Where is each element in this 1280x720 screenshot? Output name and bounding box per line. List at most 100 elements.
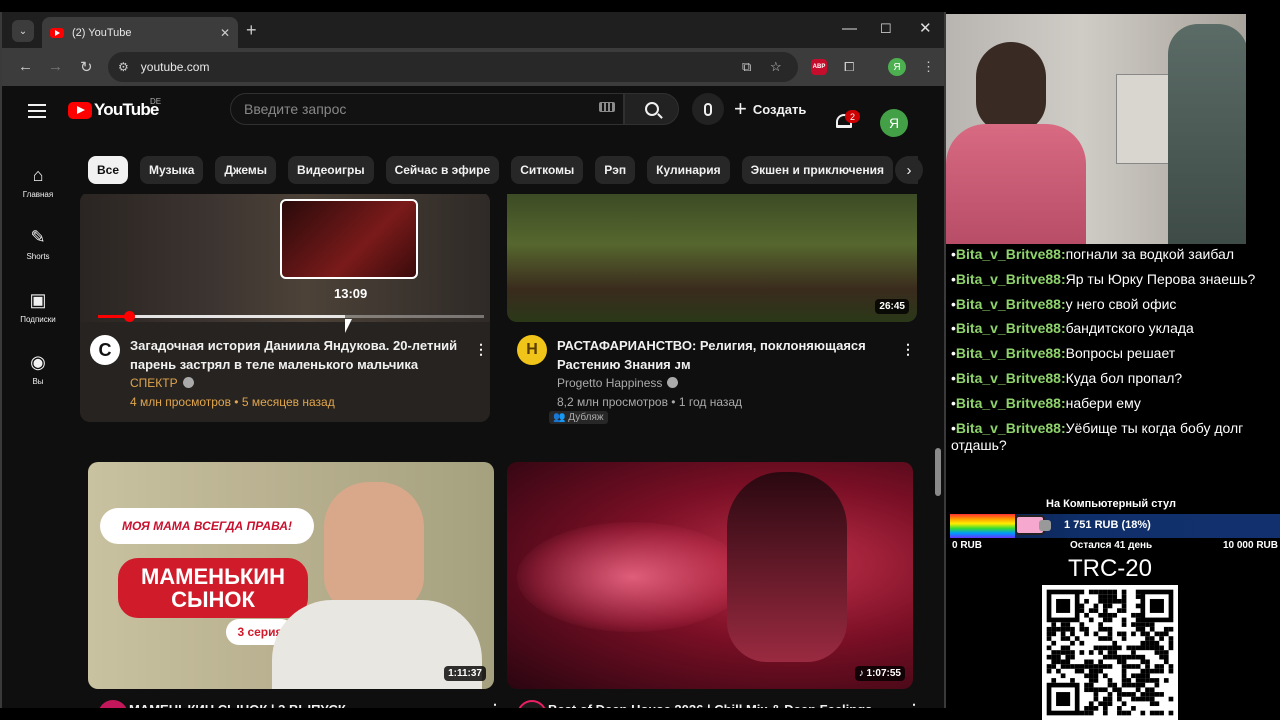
qr-module xyxy=(1117,659,1122,665)
chip-cooking[interactable]: Кулинария xyxy=(647,156,730,184)
more-actions-icon[interactable]: ⋮ xyxy=(901,342,915,356)
chip-music[interactable]: Музыка xyxy=(140,156,204,184)
chip-sitcoms[interactable]: Ситкомы xyxy=(511,156,584,184)
qr-module xyxy=(1117,608,1122,613)
back-button[interactable]: ← xyxy=(18,58,33,75)
seek-knob[interactable] xyxy=(123,311,135,322)
search-button[interactable] xyxy=(624,93,679,125)
channel-avatar[interactable]: H xyxy=(517,335,547,365)
reload-button[interactable]: ↻ xyxy=(80,58,93,76)
close-window-button[interactable]: ✕ xyxy=(919,20,932,38)
seek-bar[interactable] xyxy=(98,311,484,322)
video-thumbnail[interactable]: 13:09 xyxy=(80,194,490,322)
browser-tab[interactable]: (2) YouTube ✕ xyxy=(42,17,238,48)
qr-module xyxy=(1107,598,1113,604)
address-bar[interactable]: ⚙ youtube.com xyxy=(108,52,798,82)
cast-icon[interactable]: ⧉ xyxy=(742,59,751,75)
more-actions-icon[interactable]: ⋮ xyxy=(474,342,488,356)
site-info-icon[interactable]: ⚙ xyxy=(118,60,129,74)
qr-module xyxy=(1107,696,1113,702)
forward-button[interactable]: → xyxy=(48,58,63,75)
chip-live[interactable]: Сейчас в эфире xyxy=(385,156,500,184)
video-card[interactable]: 13:09 C Загадочная история Даниила Яндук… xyxy=(80,194,490,422)
channel-avatar[interactable]: C xyxy=(90,335,120,365)
qr-module xyxy=(1121,678,1127,683)
account-avatar[interactable]: Я xyxy=(880,109,908,137)
menu-icon[interactable] xyxy=(28,104,46,118)
qr-module xyxy=(1135,603,1141,609)
qr-module xyxy=(1159,631,1164,637)
video-card[interactable]: ♪ 1:07:55 Best of Deep House 2026 | Chil… xyxy=(507,462,921,708)
video-duration: 1:11:37 xyxy=(444,666,486,681)
qr-module xyxy=(1140,673,1146,679)
goal-min-amount: 0 RUB xyxy=(952,540,983,551)
goal-max-amount: 10 000 RUB xyxy=(1222,540,1278,551)
qr-module xyxy=(1149,687,1155,693)
qr-module xyxy=(1163,631,1169,637)
video-card[interactable]: МОЯ МАМА ВСЕГДА ПРАВА! МАМЕНЬКИН СЫНОК 3… xyxy=(88,462,502,708)
qr-module xyxy=(1149,622,1155,627)
video-thumbnail[interactable]: ♪ 1:07:55 xyxy=(507,462,913,689)
qr-module xyxy=(1079,640,1085,646)
page-scrollbar[interactable] xyxy=(932,86,944,708)
qr-module xyxy=(1088,706,1094,711)
qr-module xyxy=(1098,687,1103,693)
close-tab-icon[interactable]: ✕ xyxy=(220,26,230,40)
more-actions-icon[interactable]: ⋮ xyxy=(907,702,921,708)
youtube-play-icon xyxy=(68,101,92,119)
video-thumbnail[interactable]: 26:45 xyxy=(507,194,917,322)
stream-chat: •Bita_v_Britve88:погнали за водкой заиба… xyxy=(946,246,1280,480)
more-actions-icon[interactable]: ⋮ xyxy=(488,702,502,708)
qr-module xyxy=(1102,598,1108,604)
chip-video-games[interactable]: Видеоигры xyxy=(287,156,374,184)
qr-module xyxy=(1135,696,1141,702)
qr-module xyxy=(1149,668,1155,674)
qr-module xyxy=(1088,664,1094,669)
video-title[interactable]: Загадочная история Даниила Яндукова. 20-… xyxy=(130,336,465,374)
new-tab-button[interactable]: + xyxy=(246,20,257,40)
video-title[interactable]: РАСТАФАРИАНСТВО: Религия, поклоняющаяся … xyxy=(557,336,892,374)
maximize-button[interactable]: ☐ xyxy=(880,20,892,38)
minimize-button[interactable]: — xyxy=(842,20,857,38)
adblock-extension-icon[interactable]: ABP xyxy=(811,59,827,75)
create-button[interactable]: + Создать xyxy=(734,94,806,124)
voice-search-button[interactable] xyxy=(692,93,724,125)
browser-menu-icon[interactable]: ⋮ xyxy=(922,59,935,75)
qr-module xyxy=(1084,612,1089,618)
qr-module xyxy=(1159,692,1164,697)
qr-module xyxy=(1046,668,1052,674)
qr-module xyxy=(1051,650,1057,655)
qr-module xyxy=(1102,608,1108,613)
bookmark-star-icon[interactable]: ☆ xyxy=(770,59,782,75)
qr-module xyxy=(1102,612,1108,618)
qr-module xyxy=(1088,668,1094,674)
browser-toolbar: ← → ↻ ⚙ youtube.com ⧉ ☆ ABP ⧠ Я ⋮ xyxy=(2,48,944,86)
youtube-logo[interactable]: YouTube xyxy=(68,100,159,120)
video-title[interactable]: МАМЕНЬКИН СЫНОК | 3 ВЫПУСК xyxy=(129,700,464,708)
chips-next-arrow-icon[interactable]: › xyxy=(895,156,923,184)
video-card[interactable]: 26:45 H РАСТАФАРИАНСТВО: Религия, поклон… xyxy=(507,194,917,432)
chip-action-adventure[interactable]: Экшен и приключения xyxy=(741,156,893,184)
video-thumbnail[interactable]: МОЯ МАМА ВСЕГДА ПРАВА! МАМЕНЬКИН СЫНОК 3… xyxy=(88,462,494,689)
webcam-person-body xyxy=(946,124,1086,244)
channel-name[interactable]: СПЕКТР xyxy=(130,376,194,390)
qr-module xyxy=(1102,696,1108,702)
profile-avatar[interactable]: Я xyxy=(888,58,906,76)
keyboard-icon[interactable] xyxy=(599,102,615,112)
qr-module xyxy=(1079,589,1085,595)
chip-rap[interactable]: Рэп xyxy=(595,156,636,184)
channel-avatar[interactable] xyxy=(517,700,547,708)
chip-jams[interactable]: Джемы xyxy=(215,156,276,184)
qr-module xyxy=(1079,664,1085,669)
scrollbar-thumb[interactable] xyxy=(935,448,941,496)
channel-avatar[interactable] xyxy=(98,700,128,708)
tab-search-button[interactable]: ⌄ xyxy=(12,20,34,42)
qr-module xyxy=(1131,692,1136,697)
search-input[interactable]: Введите запрос xyxy=(230,93,624,125)
channel-name[interactable]: Progetto Happiness xyxy=(557,376,679,390)
qr-module xyxy=(1084,710,1089,716)
chip-all[interactable]: Все xyxy=(88,156,129,184)
qr-module xyxy=(1117,654,1122,660)
video-title[interactable]: Best of Deep House 2026 | Chill Mix & De… xyxy=(548,700,883,708)
extensions-icon[interactable]: ⧠ xyxy=(844,59,854,75)
